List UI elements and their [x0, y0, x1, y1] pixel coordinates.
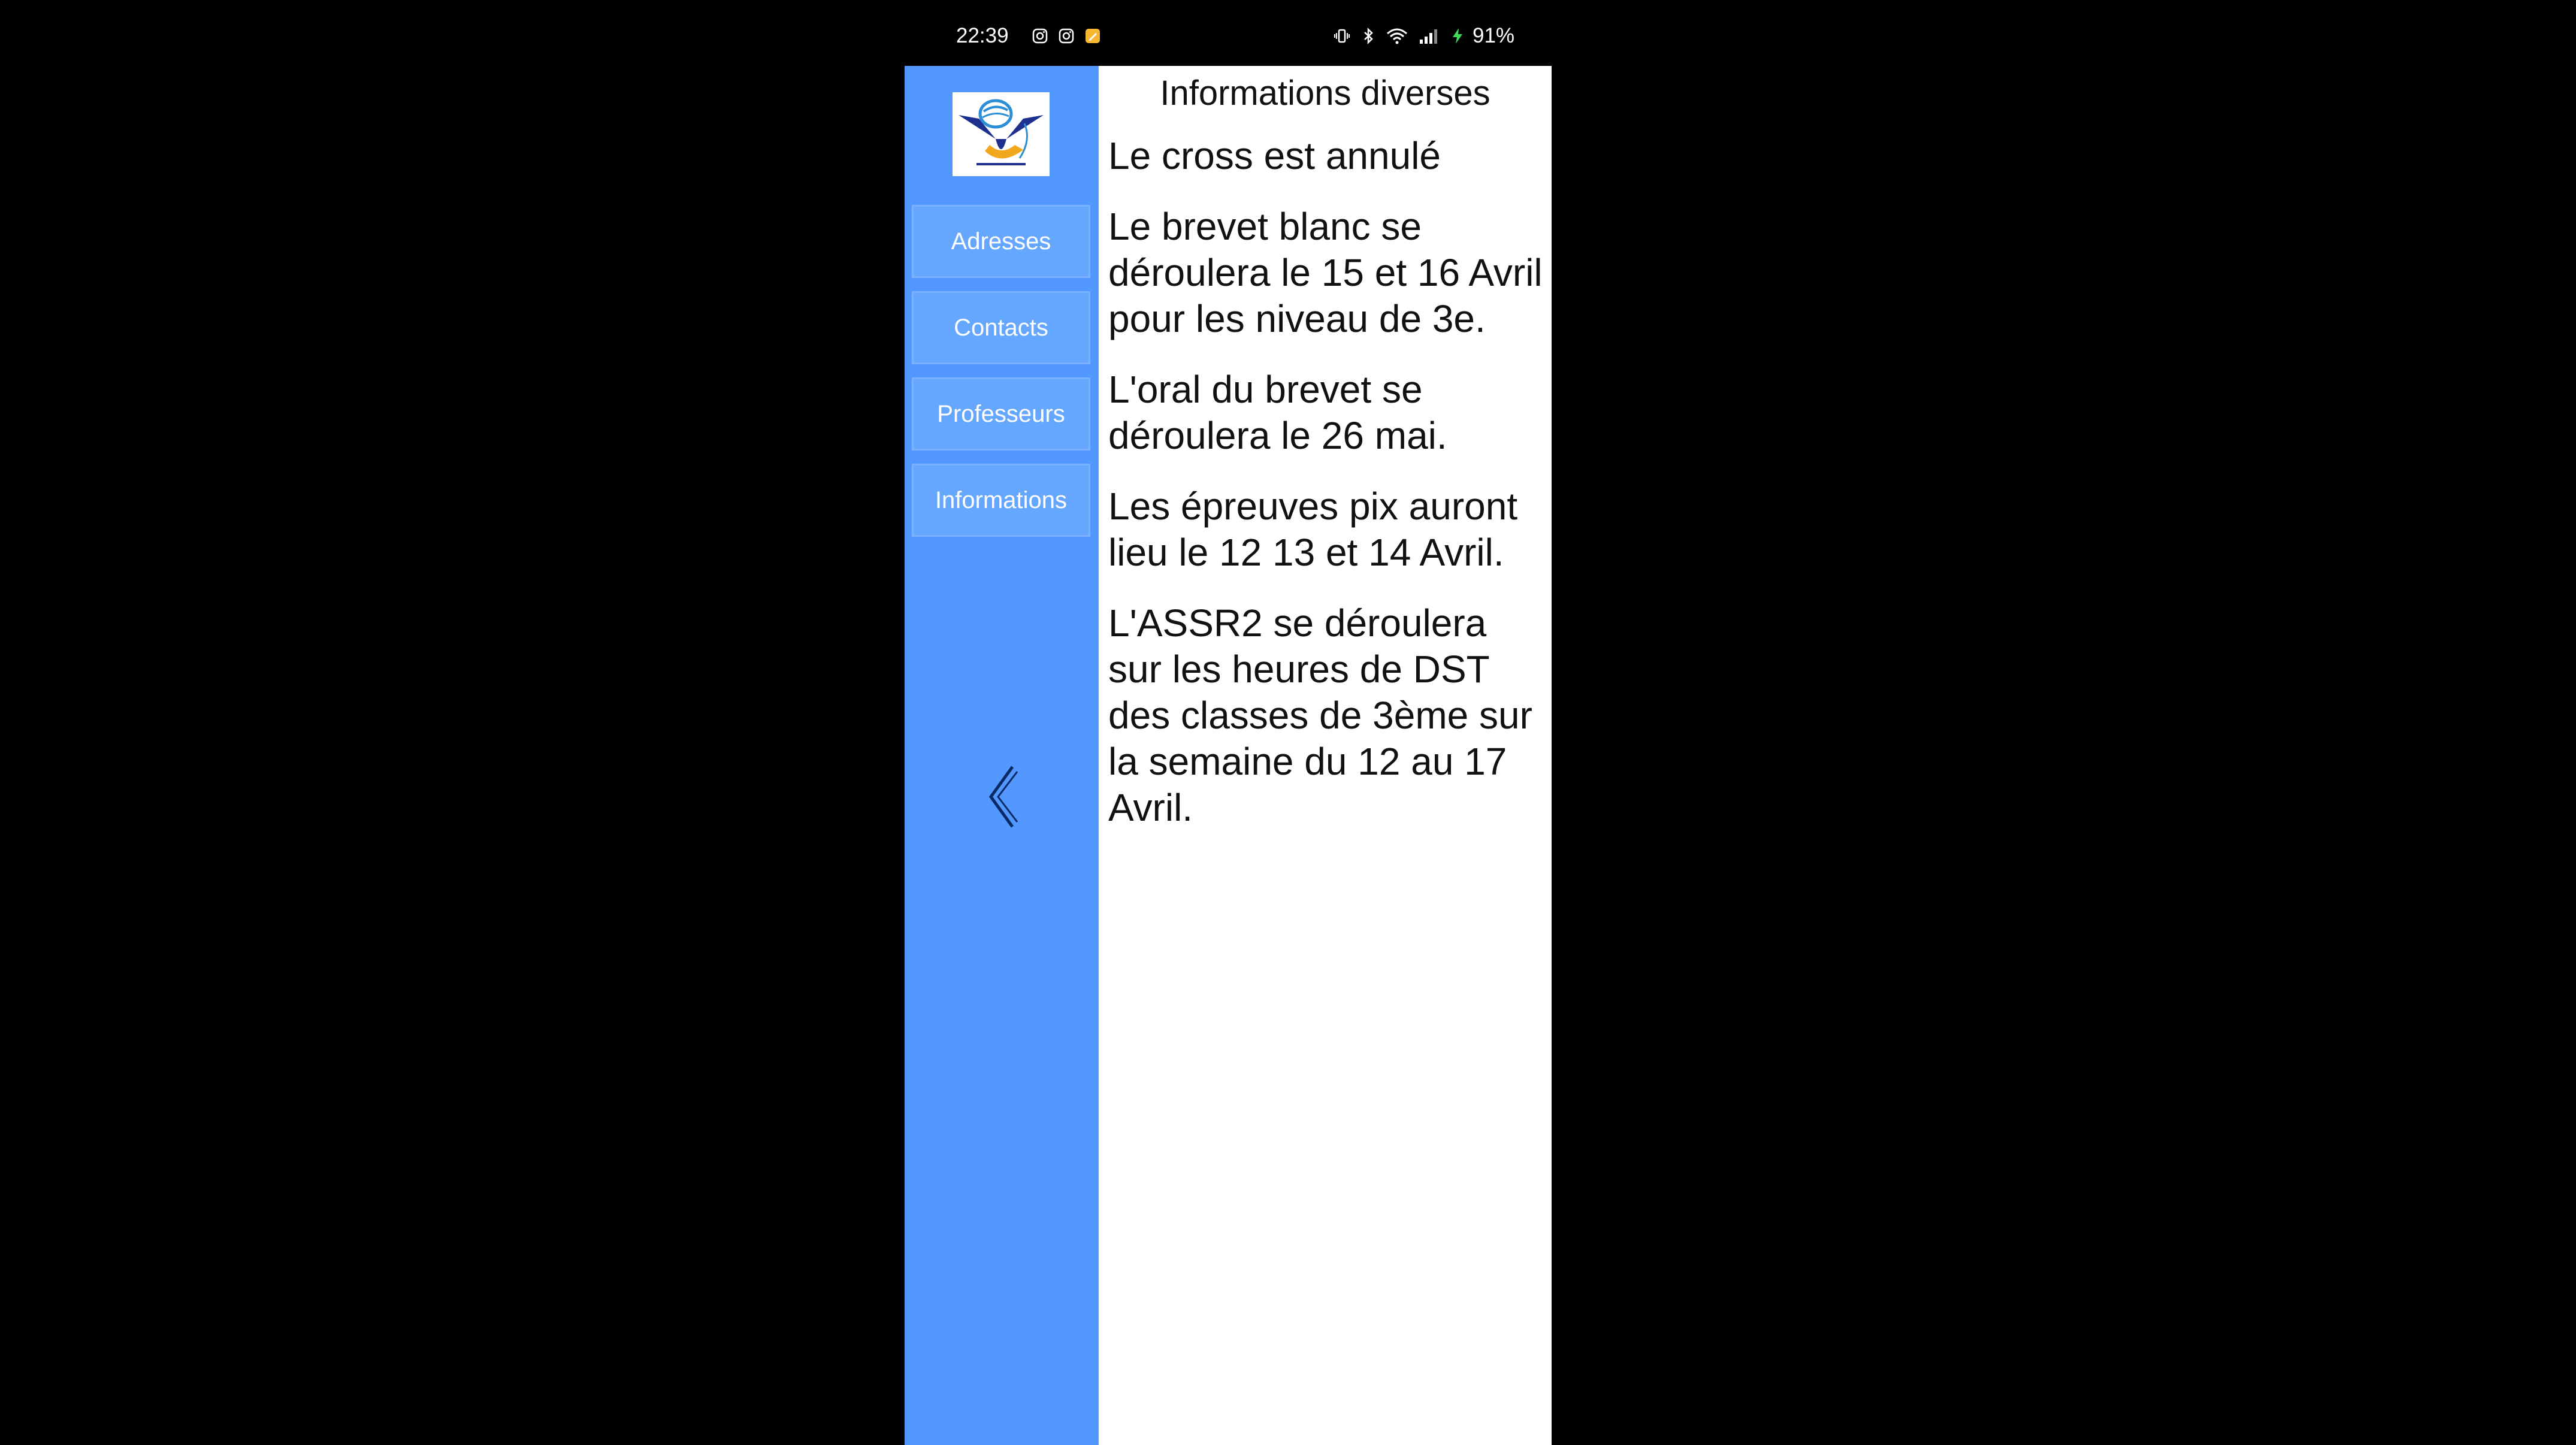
nav-button-label: Professeurs: [937, 400, 1065, 427]
nav-button-adresses[interactable]: Adresses: [912, 205, 1090, 278]
page-title: Informations diverses: [1160, 74, 1490, 113]
status-bar: 22:39 91%: [905, 0, 1552, 66]
info-item: L'ASSR2 se déroulera sur les heures de D…: [1108, 601, 1532, 829]
nav-button-label: Adresses: [951, 228, 1051, 255]
nav-button-professeurs[interactable]: Professeurs: [912, 377, 1090, 451]
school-logo: [953, 92, 1050, 176]
info-item: Le cross est annulé: [1108, 134, 1441, 177]
nav-button-contacts[interactable]: Contacts: [912, 291, 1090, 364]
info-list: Le cross est annulé Le brevet blanc se d…: [1108, 133, 1546, 855]
vibrate-icon: [1334, 29, 1350, 43]
battery-level: 91%: [1473, 24, 1515, 47]
notes-app-icon: [1086, 29, 1100, 43]
logo-icon: [959, 99, 1044, 165]
phone-screen: 22:39 91% Adresses Contacts Professeurs …: [905, 0, 1552, 1445]
instagram-icon: [1032, 28, 1048, 44]
wifi-icon: [1387, 28, 1407, 44]
chevron-left-icon: [988, 766, 1018, 828]
nav-button-label: Informations: [935, 486, 1068, 513]
info-item: Les épreuves pix auront lieu le 12 13 et…: [1108, 485, 1518, 574]
info-item: Le brevet blanc se déroulera le 15 et 16…: [1108, 205, 1543, 340]
bluetooth-icon: [1364, 28, 1373, 44]
content-panel: Informations diverses Le cross est annul…: [1099, 66, 1552, 1445]
signal-icon: [1420, 29, 1437, 44]
instagram-icon: [1059, 28, 1074, 44]
info-item: L'oral du brevet se déroulera le 26 mai.: [1108, 368, 1447, 457]
nav-button-label: Contacts: [954, 314, 1048, 341]
charging-icon: [1453, 28, 1462, 44]
nav-button-informations[interactable]: Informations: [912, 464, 1090, 537]
sidebar: Adresses Contacts Professeurs Informatio…: [905, 66, 1099, 1445]
app-window: Adresses Contacts Professeurs Informatio…: [905, 66, 1552, 1445]
status-time: 22:39: [956, 24, 1009, 47]
back-button[interactable]: [982, 761, 1024, 833]
